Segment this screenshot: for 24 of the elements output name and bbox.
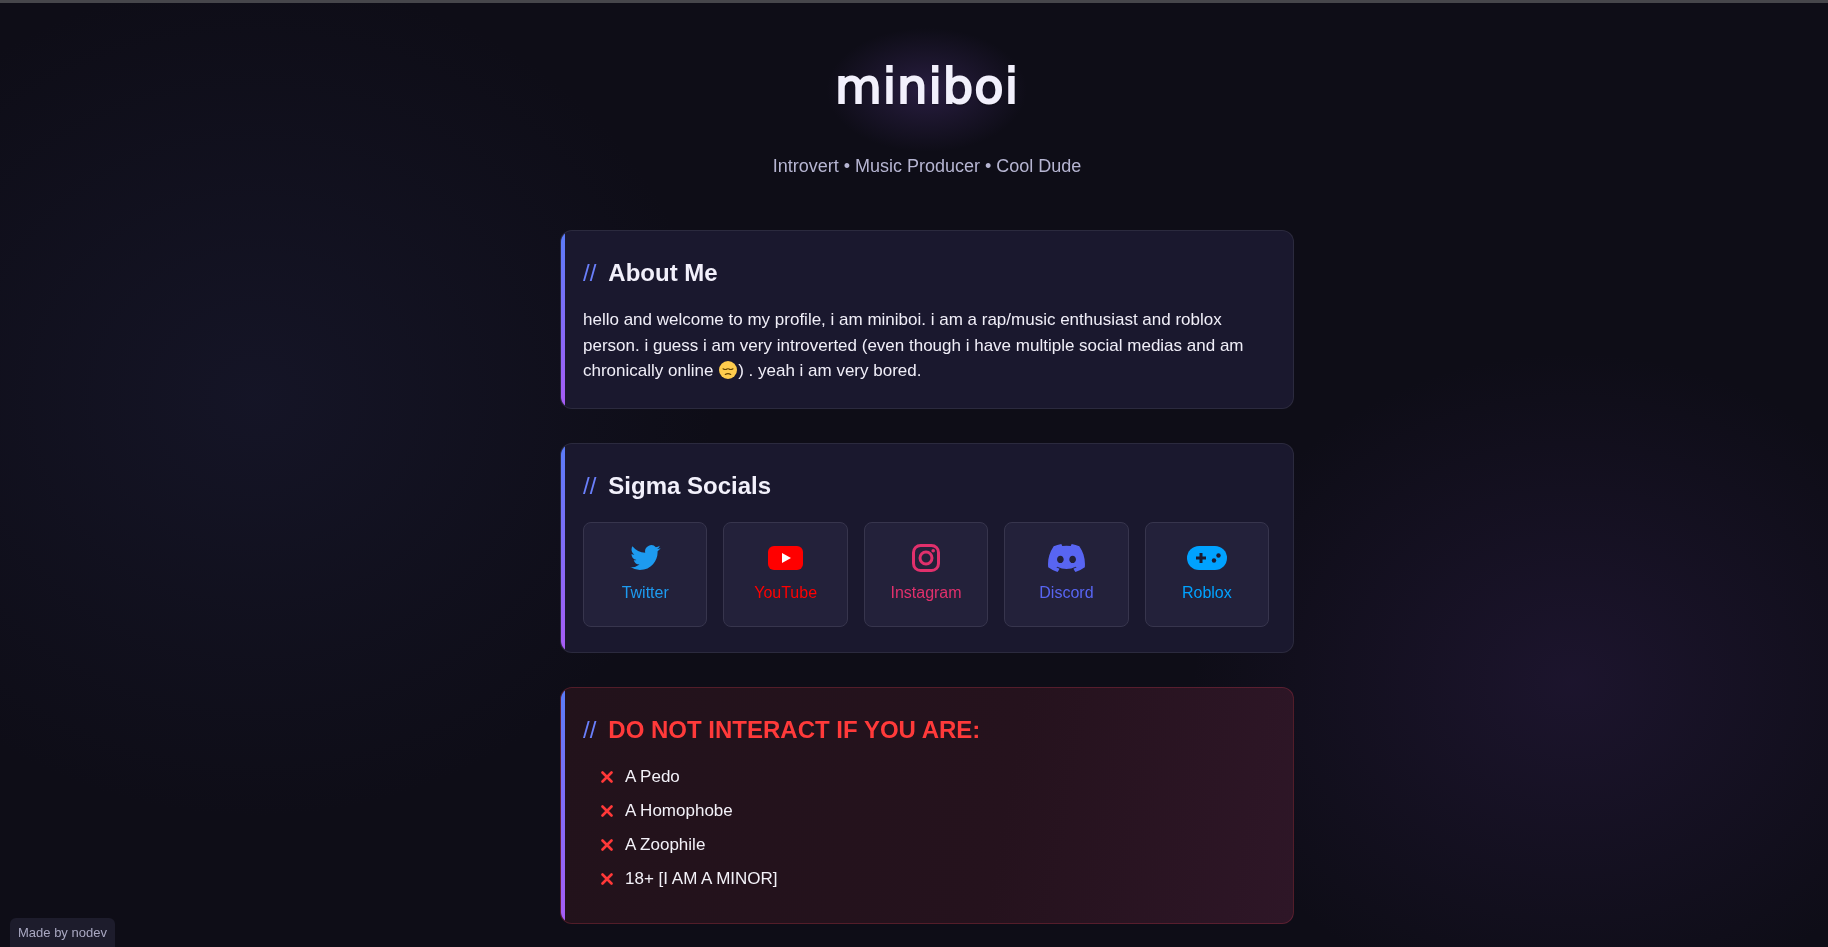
- cross-icon: [601, 839, 613, 852]
- list-item-text: 18+ [I AM A MINOR]: [625, 868, 778, 891]
- about-text: hello and welcome to my profile, i am miniboi. i am a rap/music enthusiast and roblox person. i guess i am very introverted (even though i have multiple social medias and am chronically online ) . yeah i am very bored.: [583, 309, 1245, 383]
- site-title: miniboi: [834, 58, 1019, 116]
- cross-icon: [601, 873, 613, 886]
- social-link[interactable]: YouTube: [723, 521, 848, 627]
- heading-marker: //: [583, 715, 597, 745]
- list-item-text: A Pedo: [625, 766, 680, 789]
- social-link[interactable]: Instagram: [863, 521, 989, 627]
- social-link[interactable]: Twitter: [583, 521, 708, 627]
- cross-icon: [601, 805, 613, 818]
- heading-marker: //: [583, 258, 597, 288]
- list-item-text: A Zoophile: [625, 834, 706, 857]
- section-heading: DO NOT INTERACT IF YOU ARE:: [608, 715, 981, 745]
- heading-marker: //: [583, 471, 597, 501]
- sad-face-icon: [719, 361, 738, 380]
- list-item-text: A Homophobe: [625, 800, 733, 823]
- section-heading: About Me: [608, 258, 718, 288]
- tagline: Introvert • Music Producer • Cool Dude: [772, 154, 1082, 178]
- credit-badge: Made by nodev: [10, 918, 115, 947]
- social-link[interactable]: Roblox: [1144, 521, 1270, 627]
- social-link[interactable]: Discord: [1004, 521, 1129, 627]
- section-heading: Sigma Socials: [608, 471, 772, 501]
- cross-icon: [601, 771, 613, 784]
